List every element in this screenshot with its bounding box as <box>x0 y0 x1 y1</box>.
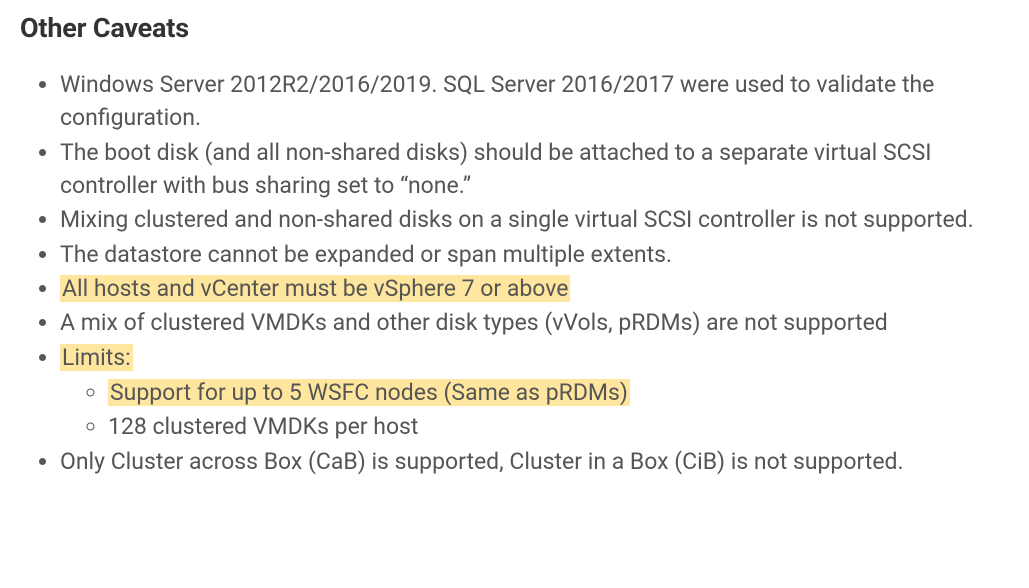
list-item: 128 clustered VMDKs per host <box>108 410 1009 443</box>
caveats-list: Windows Server 2012R2/2016/2019. SQL Ser… <box>20 68 1009 478</box>
section-heading: Other Caveats <box>20 12 1009 44</box>
highlighted-text: All hosts and vCenter must be vSphere 7 … <box>60 275 570 302</box>
list-item: The boot disk (and all non-shared disks)… <box>60 136 1009 203</box>
list-item: Mixing clustered and non-shared disks on… <box>60 203 1009 236</box>
highlighted-text: Limits: <box>60 344 133 371</box>
list-item: All hosts and vCenter must be vSphere 7 … <box>60 272 1009 305</box>
list-item: The datastore cannot be expanded or span… <box>60 238 1009 271</box>
list-item: Limits: Support for up to 5 WSFC nodes (… <box>60 341 1009 444</box>
list-item: A mix of clustered VMDKs and other disk … <box>60 306 1009 339</box>
limits-sublist: Support for up to 5 WSFC nodes (Same as … <box>60 376 1009 444</box>
list-item: Only Cluster across Box (CaB) is support… <box>60 445 1009 478</box>
highlighted-text: Support for up to 5 WSFC nodes (Same as … <box>108 379 630 406</box>
list-item: Support for up to 5 WSFC nodes (Same as … <box>108 376 1009 409</box>
list-item: Windows Server 2012R2/2016/2019. SQL Ser… <box>60 68 1009 135</box>
